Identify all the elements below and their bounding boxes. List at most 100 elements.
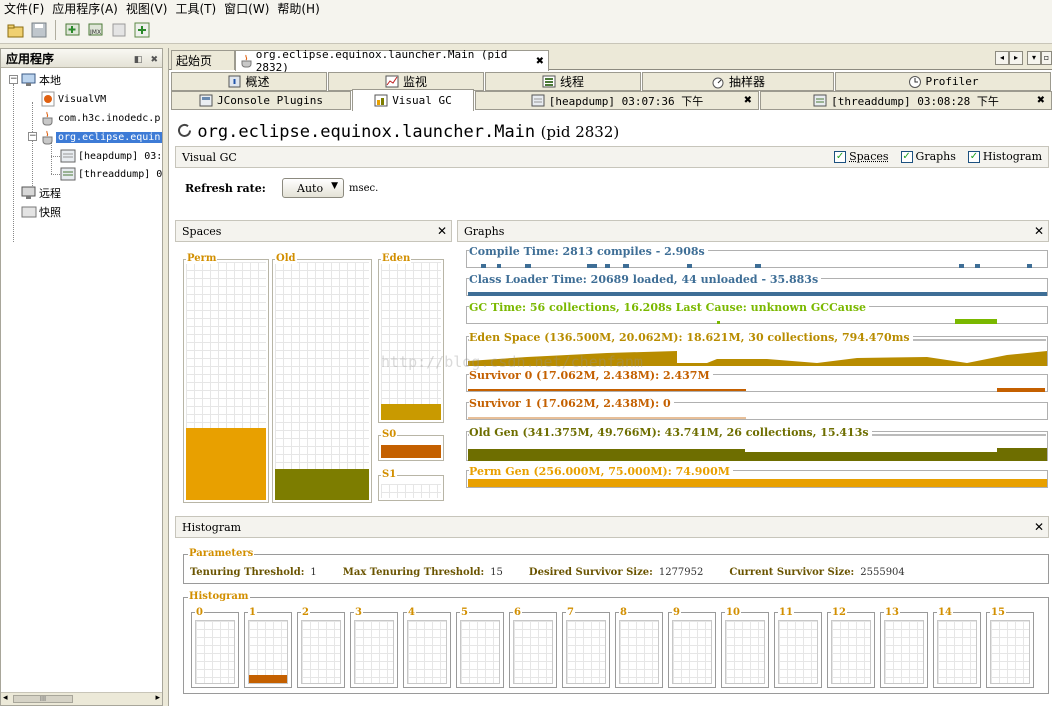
graph-mark (1027, 264, 1032, 268)
max-tenuring-value: 15 (490, 567, 503, 578)
add-remote-icon: JMX (88, 22, 104, 38)
close-histogram-icon[interactable]: ✕ (1034, 520, 1044, 534)
spaces-checkbox[interactable]: ✓ Spaces (834, 150, 888, 163)
histogram-bin: 1 (244, 612, 292, 688)
close-tab-icon[interactable]: ✖ (744, 95, 752, 106)
remote-host-icon (21, 186, 37, 200)
tree-line (51, 142, 52, 174)
toolbar-separator (55, 20, 56, 40)
graph-mark (959, 264, 964, 268)
menu-view[interactable]: 视图(V) (122, 1, 172, 17)
tab-eclipse-main[interactable]: org.eclipse.equinox.launcher.Main (pid 2… (235, 50, 549, 71)
desired-survivor-label: Desired Survivor Size: (529, 567, 653, 578)
main-area: 起始页 org.eclipse.equinox.launcher.Main (p… (168, 48, 1052, 706)
bin-fill (249, 675, 287, 683)
tree-node-snapshots[interactable]: 快照 (21, 203, 63, 221)
scroll-thumb[interactable]: III (13, 695, 73, 703)
graph-mark (623, 264, 629, 268)
scroll-right-icon[interactable]: ▸ (155, 693, 160, 703)
tab-list-icon[interactable]: ▾ (1027, 51, 1041, 65)
bin-grid (460, 620, 500, 684)
menu-help[interactable]: 帮助(H) (273, 1, 323, 17)
bin-grid (248, 620, 288, 684)
add-remote-button[interactable]: JMX (86, 21, 105, 40)
histogram-bin: 11 (774, 612, 822, 688)
add-jmx-button[interactable] (63, 21, 82, 40)
perm-space: Perm (183, 259, 269, 503)
collapse-eclipse-icon[interactable]: − (28, 132, 37, 141)
snapshot-button[interactable] (132, 21, 151, 40)
histogram-bin: 3 (350, 612, 398, 688)
close-tab-icon[interactable]: ✖ (1037, 95, 1045, 106)
bin-label: 9 (672, 607, 681, 618)
tree-line (13, 84, 14, 242)
histogram-bin: 6 (509, 612, 557, 688)
tree-node-eclipse[interactable]: org.eclipse.equin (40, 128, 162, 146)
document-tabs: 起始页 org.eclipse.equinox.launcher.Main (p… (169, 48, 1052, 70)
computer-icon (21, 73, 37, 87)
horizontal-scrollbar[interactable]: ◂ III ▸ (1, 692, 162, 705)
histogram-bin: 4 (403, 612, 451, 688)
refresh-unit: msec. (349, 183, 378, 194)
tab-jconsole-plugins[interactable]: JConsole Plugins (171, 91, 351, 110)
bin-grid (831, 620, 871, 684)
menu-file[interactable]: 文件(F) (0, 1, 48, 17)
tab-profiler[interactable]: Profiler (835, 72, 1051, 91)
add-host-icon (65, 22, 81, 38)
bin-label: 7 (566, 607, 575, 618)
tree-node-visualvm[interactable]: VisualVM (40, 90, 108, 108)
tab-scroll-left-icon[interactable]: ◂ (995, 51, 1009, 65)
dropdown-arrow-icon: ▼ (331, 181, 338, 191)
tree-node-local[interactable]: 本地 (21, 71, 63, 89)
tree-node-remote[interactable]: 远程 (21, 184, 63, 202)
refresh-rate-select[interactable]: Auto ▼ (282, 178, 344, 198)
old-space: Old (272, 259, 372, 503)
tab-threads[interactable]: 线程 (485, 72, 641, 91)
graph-mark (717, 321, 720, 324)
menu-tools[interactable]: 工具(T) (171, 1, 220, 17)
bin-grid (513, 620, 553, 684)
visualvm-icon (40, 91, 56, 107)
tab-start-page[interactable]: 起始页 (171, 50, 235, 70)
close-tab-icon[interactable]: ✖ (536, 56, 544, 67)
tab-heapdump[interactable]: [heapdump] 03:07:36 下午 ✖ (475, 91, 759, 110)
tab-threaddump[interactable]: [threaddump] 03:08:28 下午 ✖ (760, 91, 1052, 110)
bin-grid (778, 620, 818, 684)
menu-applications[interactable]: 应用程序(A) (48, 1, 122, 17)
graph-mark (481, 264, 486, 268)
tree-node-heapdump[interactable]: [heapdump] 03: (60, 147, 164, 165)
java-cup-icon (240, 54, 253, 68)
maximize-icon[interactable]: ▫ (1041, 51, 1052, 65)
open-file-button[interactable] (6, 21, 25, 40)
bin-label: 4 (407, 607, 416, 618)
s0-space: S0 (378, 435, 444, 461)
collapse-local-icon[interactable]: − (9, 75, 18, 84)
tab-scroll-right-icon[interactable]: ▸ (1009, 51, 1023, 65)
histogram-bin: 9 (668, 612, 716, 688)
tree-node-threaddump[interactable]: [threaddump] 0 (60, 165, 164, 183)
minimize-icon[interactable]: ◧ (134, 55, 143, 65)
heap-dump-button[interactable] (109, 21, 128, 40)
check-icon: ✓ (968, 151, 980, 163)
graph-mark (587, 264, 597, 268)
scroll-left-icon[interactable]: ◂ (3, 693, 8, 703)
menu-window[interactable]: 窗口(W) (220, 1, 273, 17)
close-graphs-icon[interactable]: ✕ (1034, 224, 1044, 238)
s1-space: S1 (378, 475, 444, 501)
graph-label: Old Gen (341.375M, 49.766M): 43.741M, 26… (469, 426, 872, 439)
save-button[interactable] (29, 21, 48, 40)
tab-visual-gc[interactable]: Visual GC (352, 89, 474, 111)
bin-label: 12 (831, 607, 847, 618)
histogram-checkbox[interactable]: ✓ Histogram (968, 150, 1042, 163)
heapdump-icon (111, 22, 127, 38)
eden-space: Eden (378, 259, 444, 423)
tab-sampler[interactable]: 抽样器 (642, 72, 834, 91)
tree-node-h3c[interactable]: com.h3c.inodedc.p (40, 109, 162, 127)
close-icon[interactable]: ✖ (150, 55, 158, 65)
sampler-icon (711, 75, 725, 89)
graphs-checkbox[interactable]: ✓ Graphs (901, 150, 956, 163)
close-spaces-icon[interactable]: ✕ (437, 224, 447, 238)
tab-overview[interactable]: 概述 (171, 72, 327, 91)
histogram-bin: 13 (880, 612, 928, 688)
check-icon: ✓ (901, 151, 913, 163)
